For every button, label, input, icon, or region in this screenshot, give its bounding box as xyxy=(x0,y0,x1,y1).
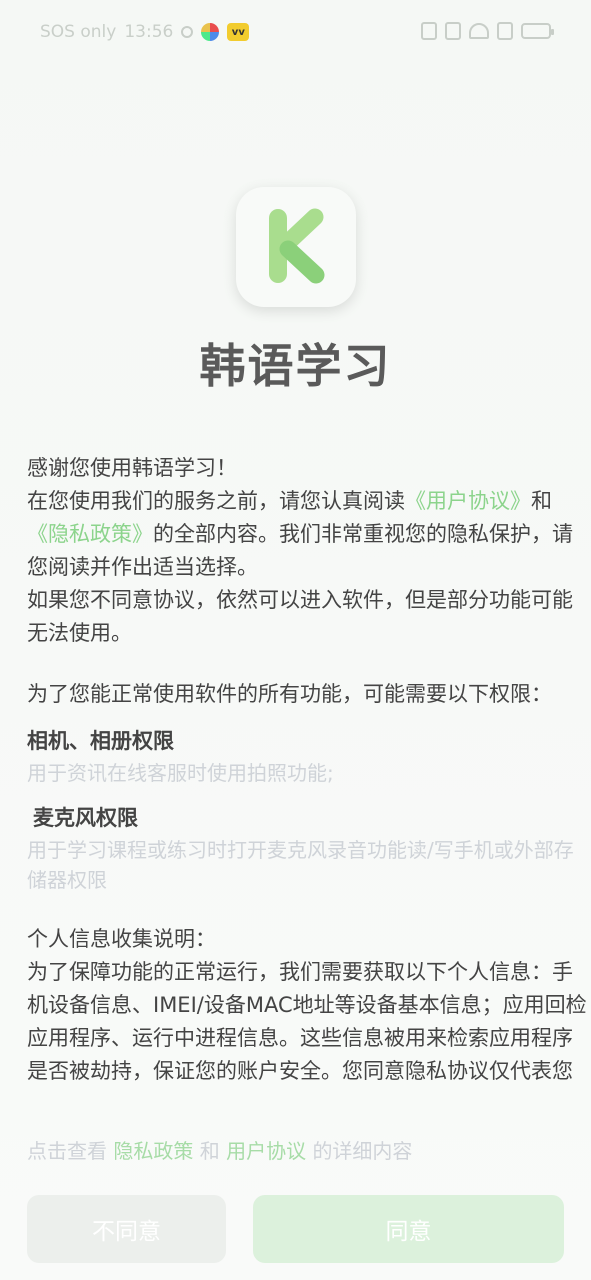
app-notification-icon-2: vv xyxy=(227,23,250,41)
notification-icon xyxy=(181,26,194,38)
agree-button[interactable]: 同意 xyxy=(253,1195,564,1263)
nfc-icon xyxy=(421,22,437,40)
disagree-button[interactable]: 不同意 xyxy=(27,1195,226,1263)
privacy-consent-screen: SOS only 13:56 vv 韩语学习 感谢您使用韩语学习！ 在您使用我们… xyxy=(0,0,591,1280)
scroll-fade xyxy=(0,1115,591,1135)
user-agreement-link[interactable]: 《用户协议》 xyxy=(405,489,531,513)
intro-line3: 如果您不同意协议，依然可以进入软件，但是部分功能可能无法使用。 xyxy=(27,588,573,645)
footer-hint: 点击查看 隐私政策 和 用户协议 的详细内容 xyxy=(27,1135,412,1164)
status-right xyxy=(421,22,554,40)
app-logo xyxy=(236,187,356,307)
personal-info-title: 个人信息收集说明： xyxy=(27,927,216,951)
footer-privacy-link[interactable]: 隐私政策 xyxy=(113,1139,193,1163)
permission-title-camera: 相机、相册权限 xyxy=(27,729,174,753)
app-title: 韩语学习 xyxy=(199,339,392,393)
footer-and: 和 xyxy=(199,1139,220,1163)
app-notification-icon xyxy=(201,23,220,41)
and-text: 和 xyxy=(531,489,552,513)
permission-desc-microphone: 用于学习课程或练习时打开麦克风录音功能读/写手机或外部存储器权限 xyxy=(27,838,574,892)
footer-suffix: 的详细内容 xyxy=(312,1139,413,1163)
battery-icon xyxy=(521,23,554,39)
k-logo-icon xyxy=(269,208,325,284)
permission-desc-camera: 用于资讯在线客服时使用拍照功能; xyxy=(27,761,334,785)
privacy-policy-link[interactable]: 《隐私政策》 xyxy=(27,522,153,546)
intro-line2-prefix: 在您使用我们的服务之前，请您认真阅读 xyxy=(27,489,405,513)
footer-agreement-link[interactable]: 用户协议 xyxy=(226,1139,306,1163)
time-text: 13:56 xyxy=(124,22,174,42)
intro-line1: 感谢您使用韩语学习！ xyxy=(27,456,237,480)
wifi-icon xyxy=(469,23,489,39)
permission-title-microphone: 麦克风权限 xyxy=(33,806,138,830)
signal-icon xyxy=(445,22,461,40)
permissions-intro: 为了您能正常使用软件的所有功能，可能需要以下权限： xyxy=(27,682,552,706)
personal-info-body: 为了保障功能的正常运行，我们需要获取以下个人信息：手机设备信息、IMEI/设备M… xyxy=(27,960,587,1083)
carrier-text: SOS only xyxy=(40,22,117,42)
intro-line2: 在您使用我们的服务之前，请您认真阅读《用户协议》和《隐私政策》的全部内容。我们非… xyxy=(27,485,587,584)
status-bar: SOS only 13:56 vv xyxy=(0,0,591,66)
status-left: SOS only 13:56 vv xyxy=(40,22,250,42)
footer-prefix: 点击查看 xyxy=(27,1139,107,1163)
sim-icon xyxy=(497,22,513,40)
agreement-content[interactable]: 感谢您使用韩语学习！ 在您使用我们的服务之前，请您认真阅读《用户协议》和《隐私政… xyxy=(27,452,587,1086)
